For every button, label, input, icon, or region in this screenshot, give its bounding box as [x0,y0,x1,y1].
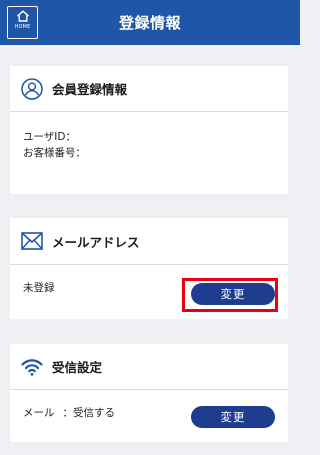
mail-receive-label: メール [23,407,55,419]
home-label: HOME [14,24,31,30]
mail-status-text: 未登録 [23,282,55,294]
page-title: 登録情報 [118,14,181,32]
home-icon [16,10,29,22]
member-info-title: 会員登録情報 [52,82,128,97]
receive-change-button[interactable]: 変更 [191,406,275,428]
mail-address-header: メールアドレス [10,218,288,265]
customer-number-label: お客様番号： [23,147,86,159]
member-info-header: 会員登録情報 [10,66,288,112]
app-header: HOME 登録情報 [0,0,300,45]
receive-settings-title: 受信設定 [52,360,103,375]
mail-icon [21,232,43,250]
wifi-icon [21,358,43,376]
user-icon [21,77,43,100]
mail-receive-value: ：受信する [62,407,116,419]
home-button[interactable]: HOME [7,6,38,39]
member-info-card: 会員登録情報 ユーザID： お客様番号： [10,66,288,194]
mail-receive-row: メール ：受信する [23,405,115,420]
receive-settings-header: 受信設定 [10,344,288,390]
mail-address-title: メールアドレス [52,234,140,250]
highlight-box [182,278,278,312]
user-id-label: ユーザID： [23,131,76,143]
member-info-body: ユーザID： お客様番号： [10,112,288,161]
